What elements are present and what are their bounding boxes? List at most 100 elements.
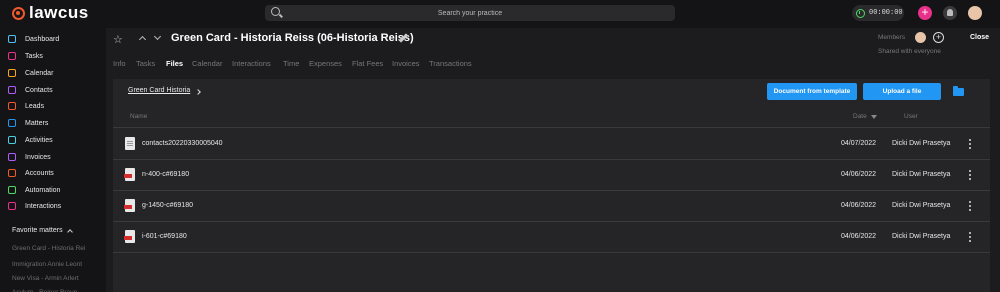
- sidebar-item-label: Calendar: [25, 69, 54, 77]
- sidebar-item-contacts[interactable]: Contacts: [8, 83, 53, 97]
- sidebar-item-label: Automation: [25, 186, 61, 194]
- more-options-icon[interactable]: [968, 232, 972, 244]
- sidebar-item-label: Contacts: [25, 86, 53, 94]
- column-header-user[interactable]: User: [904, 113, 918, 120]
- contacts-icon: [8, 86, 16, 94]
- sidebar-item-label: Matters: [25, 119, 49, 127]
- file-user: Dicki Dwi Prasetya: [892, 140, 951, 147]
- tab-invoices[interactable]: Invoices: [392, 59, 420, 68]
- logo[interactable]: lawcus: [12, 3, 89, 23]
- check-circle-icon: [8, 52, 16, 60]
- upload-file-button[interactable]: Upload a file: [863, 83, 941, 100]
- sidebar-item-dashboard[interactable]: Dashboard: [8, 32, 59, 46]
- search-input[interactable]: [265, 5, 675, 21]
- more-options-icon[interactable]: [968, 170, 972, 182]
- file-name[interactable]: g-1450-c#69180: [142, 202, 193, 209]
- invoice-icon: [8, 153, 16, 161]
- sidebar-item-activities[interactable]: Activities: [8, 133, 53, 147]
- file-date: 04/06/2022: [841, 171, 877, 178]
- sidebar: Dashboard Tasks Calendar Contacts Leads Matte…: [0, 28, 106, 292]
- file-user: Dicki Dwi Prasetya: [892, 171, 951, 178]
- briefcase-icon: [8, 119, 16, 127]
- top-bar: lawcus 00:00:00 +: [0, 0, 1000, 28]
- pdf-file-icon: [124, 230, 135, 243]
- phone-icon: [8, 202, 16, 210]
- sidebar-item-calendar[interactable]: Calendar: [8, 66, 53, 80]
- chevron-up-icon: [66, 228, 73, 235]
- sort-desc-icon[interactable]: [871, 115, 877, 119]
- sidebar-item-tasks[interactable]: Tasks: [8, 49, 43, 63]
- favorite-matter-item[interactable]: Green Card - Historia Rei: [12, 245, 85, 252]
- tab-calendar[interactable]: Calendar: [192, 59, 222, 68]
- sidebar-item-accounts[interactable]: Accounts: [8, 166, 54, 180]
- table-row[interactable]: i-601-c#69180 04/06/2022 Dicki Dwi Prasety…: [113, 222, 990, 253]
- notifications-bell-icon[interactable]: [943, 6, 957, 20]
- sidebar-item-label: Invoices: [25, 153, 51, 161]
- shared-label: Shared with everyone: [878, 48, 941, 55]
- breadcrumb[interactable]: Green Card Historia: [128, 87, 190, 94]
- sidebar-item-label: Accounts: [25, 169, 54, 177]
- more-options-icon[interactable]: [968, 201, 972, 213]
- column-header-date[interactable]: Date: [853, 113, 867, 120]
- timer-button[interactable]: 00:00:00: [852, 5, 904, 21]
- leads-icon: [8, 102, 16, 110]
- timer-value: 00:00:00: [869, 9, 903, 17]
- more-options-icon[interactable]: [968, 139, 972, 151]
- favorite-star-icon[interactable]: ☆: [113, 33, 123, 46]
- search-bar[interactable]: [265, 5, 675, 21]
- sidebar-item-matters[interactable]: Matters: [8, 116, 48, 130]
- sidebar-item-leads[interactable]: Leads: [8, 99, 44, 113]
- column-header-name[interactable]: Name: [130, 113, 147, 120]
- tab-expenses[interactable]: Expenses: [309, 59, 342, 68]
- user-avatar[interactable]: [968, 6, 982, 20]
- clock-icon: [8, 136, 16, 144]
- file-user: Dicki Dwi Prasetya: [892, 233, 951, 240]
- sidebar-item-label: Dashboard: [25, 35, 60, 43]
- sidebar-item-invoices[interactable]: Invoices: [8, 150, 51, 164]
- tab-files[interactable]: Files: [166, 59, 183, 68]
- tab-time[interactable]: Time: [283, 59, 299, 68]
- quick-add-button[interactable]: +: [918, 6, 932, 20]
- document-file-icon: [125, 137, 135, 150]
- file-user: Dicki Dwi Prasetya: [892, 202, 951, 209]
- matter-title: Green Card - Historia Reiss (06-Historia…: [171, 32, 414, 44]
- document-from-template-button[interactable]: Document from template: [767, 83, 857, 100]
- add-member-icon[interactable]: +: [933, 32, 944, 43]
- bank-icon: [8, 169, 16, 177]
- sidebar-item-label: Tasks: [25, 52, 43, 60]
- file-name[interactable]: n-400-c#69180: [142, 171, 189, 178]
- clock-icon: [856, 8, 865, 18]
- sidebar-item-interactions[interactable]: Interactions: [8, 199, 61, 213]
- chevron-down-icon[interactable]: [153, 32, 162, 41]
- file-name[interactable]: i-601-c#69180: [142, 233, 187, 240]
- sidebar-item-label: Interactions: [25, 202, 62, 210]
- sidebar-item-label: Activities: [25, 136, 53, 144]
- tab-info[interactable]: Info: [113, 59, 126, 68]
- pdf-file-icon: [124, 199, 135, 212]
- calendar-icon: [8, 69, 16, 77]
- tab-interactions[interactable]: Interactions: [232, 59, 271, 68]
- automation-icon: [8, 186, 16, 194]
- chevron-up-icon[interactable]: [138, 35, 147, 44]
- file-date: 04/06/2022: [841, 233, 877, 240]
- new-folder-icon[interactable]: [953, 86, 964, 96]
- tab-tasks[interactable]: Tasks: [136, 59, 155, 68]
- table-row[interactable]: g-1450-c#69180 04/06/2022 Dicki Dwi Praset…: [113, 191, 990, 222]
- favorite-matter-item[interactable]: Immigration Annie Leont: [12, 261, 82, 268]
- members-label: Members: [878, 34, 906, 41]
- home-icon: [8, 35, 16, 43]
- logo-text: lawcus: [29, 3, 89, 22]
- close-button[interactable]: Close: [970, 34, 989, 41]
- table-row[interactable]: contacts20220330005040 04/07/2022 Dicki Dw…: [113, 129, 990, 160]
- file-name[interactable]: contacts20220330005040: [142, 140, 223, 147]
- pdf-file-icon: [124, 168, 135, 181]
- table-row[interactable]: n-400-c#69180 04/06/2022 Dicki Dwi Prasety…: [113, 160, 990, 191]
- favorite-matters-header[interactable]: Favorite matters: [12, 227, 73, 235]
- file-date: 04/07/2022: [841, 140, 877, 147]
- sidebar-item-automation[interactable]: Automation: [8, 183, 60, 197]
- tab-flat-fees[interactable]: Flat Fees: [352, 59, 383, 68]
- sidebar-item-label: Leads: [25, 102, 45, 110]
- tab-transactions[interactable]: Transactions: [429, 59, 472, 68]
- member-avatar[interactable]: [915, 32, 926, 43]
- favorite-matter-item[interactable]: New Visa - Armin Arlert: [12, 275, 79, 282]
